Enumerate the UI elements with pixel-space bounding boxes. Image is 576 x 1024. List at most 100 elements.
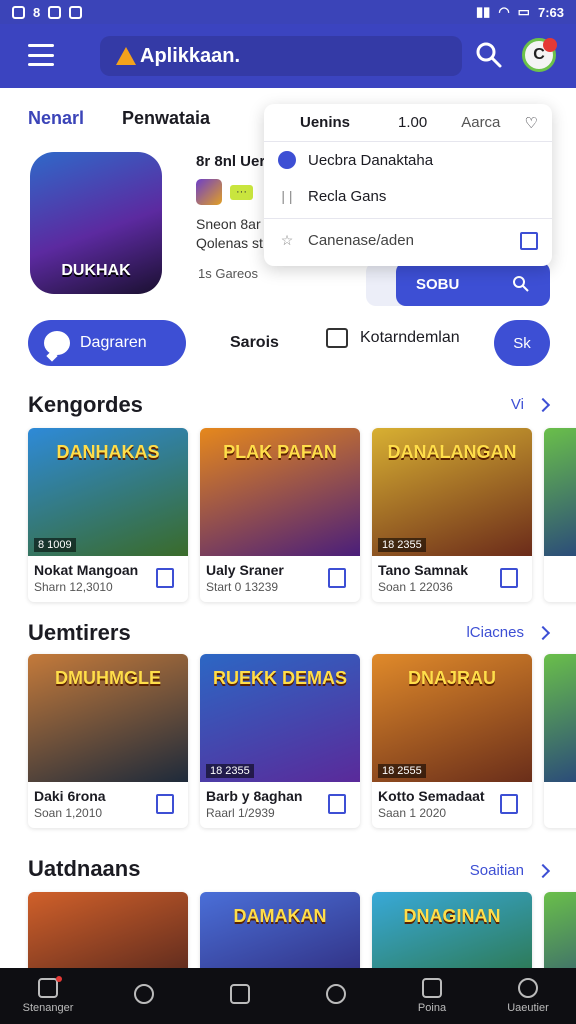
game-card-sub: Start 0 13239 <box>206 580 279 594</box>
dropdown-col3[interactable]: Aarca <box>461 114 500 131</box>
game-card[interactable]: DMUHMGLE Daki 6rona Soan 1,2010 <box>28 654 188 828</box>
featured-name: 8r 8nl Uer <box>196 153 266 170</box>
bookmark-icon[interactable] <box>500 794 518 814</box>
app-bar: Aplikkaan. C <box>0 24 576 88</box>
dropdown-col2[interactable]: 1.00 <box>398 114 427 131</box>
nav-search[interactable] <box>104 984 184 1008</box>
game-card-name: Ualy Sraner <box>206 562 284 578</box>
dropdown-item-label: Canenase/aden <box>308 232 414 249</box>
game-card-image: DMUHMGLE <box>28 654 188 782</box>
game-card[interactable]: RUEKK DEMAS 18 2355 Barb y 8aghan Raarl 1/2… <box>200 654 360 828</box>
round-action-button[interactable]: Sk <box>494 320 550 366</box>
featured-info: 8r 8nl Uer ··· Sneon 8ar Qolenas st <box>196 154 265 253</box>
bookmark-icon[interactable] <box>328 794 346 814</box>
heart-icon[interactable]: ♡ <box>525 114 538 132</box>
dropdown-item[interactable]: Uecbra Danaktaha <box>264 142 552 178</box>
chevron-right-icon <box>535 397 551 412</box>
sarois-link[interactable]: Sarois <box>230 334 279 352</box>
featured-meta: Sneon 8ar Qolenas st <box>196 215 265 253</box>
notes-button[interactable]: Kotarndemlan <box>326 328 460 348</box>
dropdown-item[interactable]: | | Recla Gans <box>264 178 552 214</box>
section-title: Uemtirers <box>28 620 131 645</box>
game-card-image <box>544 428 576 556</box>
featured-badge-tag: ··· <box>230 184 253 200</box>
chevron-right-icon <box>535 863 551 878</box>
sort-label: SOBU <box>416 275 460 293</box>
chat-bubble-icon <box>44 331 70 355</box>
section-more-link[interactable]: Vi <box>511 396 551 413</box>
nav-store[interactable] <box>200 984 280 1008</box>
bookmark-icon[interactable] <box>156 794 174 814</box>
wifi-icon: ◠ <box>498 4 510 19</box>
search-icon <box>134 984 154 1004</box>
game-card-tag: 8 1009 <box>34 538 76 552</box>
section-more-label: lCiacnes <box>466 624 524 641</box>
game-card-image-title: DANHAKAS <box>56 442 160 462</box>
game-card-image: RUEKK DEMAS 18 2355 <box>200 654 360 782</box>
game-card-partial[interactable] <box>544 428 576 602</box>
game-card-image: PLAK PAFAN <box>200 428 360 556</box>
game-card-image-title: DMUHMGLE <box>55 668 161 688</box>
sort-button[interactable]: SOBU <box>396 262 550 306</box>
game-card-name: Nokat Mangoan <box>34 562 139 578</box>
notes-label: Kotarndemlan <box>360 329 460 346</box>
game-card-image-title: RUEKK DEMAS <box>212 668 347 688</box>
game-card-name: Kotto Semadaat <box>378 788 485 804</box>
status-bar: 8 ▮▮ ◠ ▭ 7:63 <box>0 0 576 24</box>
game-card-sub: Raarl 1/2939 <box>206 806 275 820</box>
star-icon: ☆ <box>280 232 294 248</box>
brand-search-field[interactable]: Aplikkaan. <box>100 36 462 76</box>
chevron-right-icon <box>535 625 551 640</box>
nav-profile[interactable]: Uaeutier <box>488 978 568 1014</box>
primary-action-button[interactable]: Dagraren <box>28 320 186 366</box>
game-card[interactable]: PLAK PAFAN Ualy Sraner Start 0 13239 <box>200 428 360 602</box>
game-card-image-title: DNAJRAU <box>407 668 496 688</box>
section-more-link[interactable]: Soaitian <box>470 862 551 879</box>
game-card-sub: Saan 1 2020 <box>378 806 447 820</box>
tab-penwataia[interactable]: Penwataia <box>122 108 210 129</box>
game-card-image-title: DANALANGAN <box>387 442 517 462</box>
game-card-image <box>544 654 576 782</box>
image-icon <box>69 5 83 19</box>
dropdown-item-label: Uecbra Danaktaha <box>308 151 434 169</box>
featured-image[interactable]: DUKHAK <box>30 152 162 294</box>
game-card-image-title: DNAGINAN <box>403 906 501 926</box>
dropdown-col1[interactable]: Uenins <box>300 114 350 131</box>
bookmark-icon[interactable] <box>500 568 518 588</box>
store-icon <box>230 984 250 1004</box>
warning-icon <box>116 47 136 65</box>
battery-icon: ▭ <box>517 4 530 19</box>
tab-nenarl[interactable]: Nenarl <box>28 108 84 129</box>
game-card[interactable]: DNAJRAU 18 2555 Kotto Semadaat Saan 1 2020 <box>372 654 532 828</box>
search-icon[interactable] <box>474 40 504 70</box>
section-title: Uatdnaans <box>28 856 141 881</box>
avatar[interactable]: C <box>522 38 557 72</box>
featured-badges: ··· <box>196 179 265 205</box>
bookmark-icon[interactable] <box>520 231 538 250</box>
bars-icon: | | <box>281 188 293 204</box>
nav-games[interactable] <box>296 984 376 1008</box>
primary-action-label: Dagraren <box>80 334 147 351</box>
section-more-link[interactable]: lCiacnes <box>466 624 551 641</box>
nav-label: Poina <box>417 1002 447 1014</box>
bookmark-icon[interactable] <box>156 568 174 588</box>
dropdown-item[interactable]: ☆ Canenase/aden <box>264 218 552 262</box>
game-thumbnail-icon <box>196 179 222 205</box>
game-card-image: DANALANGAN 18 2355 <box>372 428 532 556</box>
nav-window[interactable]: Poina <box>392 978 472 1014</box>
notification-badge <box>543 38 557 52</box>
card-row-1: DANHAKAS 8 1009 Nokat Mangoan Sharn 12,3010… <box>28 428 576 602</box>
game-card-partial[interactable] <box>544 654 576 828</box>
search-icon <box>513 276 529 292</box>
nav-home[interactable]: Stenanger <box>8 976 88 1014</box>
game-card[interactable]: DANHAKAS 8 1009 Nokat Mangoan Sharn 12,3010 <box>28 428 188 602</box>
game-card[interactable]: DANALANGAN 18 2355 Tano Samnak Soan 1 22036 <box>372 428 532 602</box>
round-action-label: Sk <box>513 334 531 352</box>
tab-bar: Nenarl Penwataia <box>28 108 210 129</box>
bookmark-icon[interactable] <box>328 568 346 588</box>
menu-icon[interactable] <box>28 44 54 66</box>
game-card-sub: Soan 1 22036 <box>378 580 453 594</box>
window-icon <box>422 978 442 998</box>
nav-label: Stenanger <box>22 1002 74 1014</box>
game-card-image-title: DAMAKAN <box>233 906 327 926</box>
